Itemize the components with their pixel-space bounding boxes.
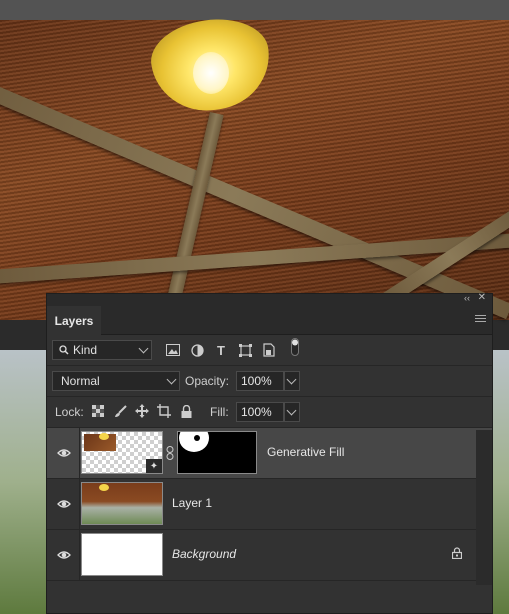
blend-mode-select[interactable]: Normal (52, 371, 180, 391)
chevron-down-icon (138, 343, 149, 354)
filter-toggle-icon[interactable] (287, 338, 303, 356)
lock-image-pixels-icon[interactable] (113, 404, 127, 418)
opacity-dropdown[interactable] (284, 371, 300, 391)
fill-value: 100% (241, 405, 272, 419)
filter-kind-select[interactable]: Kind (52, 340, 152, 360)
layer-thumbnail[interactable]: ✦ (81, 431, 163, 474)
smart-object-filter-icon[interactable] (261, 342, 277, 358)
layer-name[interactable]: Background (172, 547, 236, 561)
lamp-bulb (193, 52, 229, 94)
lock-position-icon[interactable] (135, 404, 149, 418)
thumbnail-lamp (99, 433, 109, 440)
lock-transparent-pixels-icon[interactable] (91, 404, 105, 418)
search-icon (59, 345, 69, 355)
opacity-label: Opacity: (185, 374, 230, 388)
fill-input[interactable]: 100% (236, 402, 284, 422)
photo-lamp (146, 12, 276, 118)
chevron-down-icon (286, 405, 297, 416)
lock-artboard-icon[interactable] (157, 404, 171, 418)
blend-row: Normal Opacity: 100% (47, 366, 492, 397)
mask-black-notch (194, 435, 200, 441)
type-filter-icon[interactable]: T (213, 342, 229, 358)
layer-mask-thumbnail[interactable] (177, 431, 257, 474)
layers-panel: ‹‹ ✕ Layers Kind T Normal Opacity: 100% … (46, 292, 493, 614)
layer-row-background[interactable]: Background (47, 530, 492, 581)
close-panel-icon[interactable]: ✕ (478, 292, 486, 303)
layer-thumbnail[interactable] (81, 533, 163, 576)
panel-title-bar[interactable]: ‹‹ ✕ (47, 292, 492, 306)
layers-scrollbar[interactable] (476, 430, 492, 585)
layer-locked-icon[interactable] (452, 547, 462, 559)
image-filter-icon[interactable] (165, 342, 181, 358)
chevron-down-icon (166, 374, 177, 385)
thumbnail-lamp (99, 484, 109, 491)
fill-dropdown[interactable] (284, 402, 300, 422)
filter-kind-label: Kind (73, 343, 98, 357)
layer-name[interactable]: Layer 1 (172, 496, 212, 510)
filter-row: Kind T (47, 335, 492, 366)
mask-link-icon[interactable] (166, 446, 174, 460)
panel-menu-icon[interactable] (475, 315, 486, 324)
chevron-down-icon (286, 374, 297, 385)
tab-layers[interactable]: Layers (47, 306, 101, 335)
blend-mode-label: Normal (61, 374, 100, 388)
opacity-input[interactable]: 100% (236, 371, 284, 391)
layer-thumbnail[interactable] (81, 482, 163, 525)
lock-label: Lock: (55, 405, 84, 419)
opacity-value: 100% (241, 374, 272, 388)
layer-row-layer-1[interactable]: Layer 1 (47, 479, 492, 530)
generative-fill-badge-icon: ✦ (146, 459, 162, 473)
collapse-panel-icon[interactable]: ‹‹ (464, 293, 470, 303)
fill-label: Fill: (210, 405, 229, 419)
shape-filter-icon[interactable] (237, 342, 253, 358)
visibility-eye-icon[interactable] (57, 446, 71, 460)
lock-row: Lock: Fill: 100% (47, 397, 492, 428)
canvas-top-bar (0, 0, 509, 20)
visibility-eye-icon[interactable] (57, 548, 71, 562)
adjustment-filter-icon[interactable] (189, 342, 205, 358)
mask-white-area (179, 432, 209, 452)
visibility-eye-icon[interactable] (57, 497, 71, 511)
layer-row-generative-fill[interactable]: ✦ Generative Fill (47, 428, 492, 479)
panel-tab-row: Layers (47, 306, 492, 335)
layer-name[interactable]: Generative Fill (267, 445, 344, 459)
lock-all-icon[interactable] (179, 404, 193, 418)
